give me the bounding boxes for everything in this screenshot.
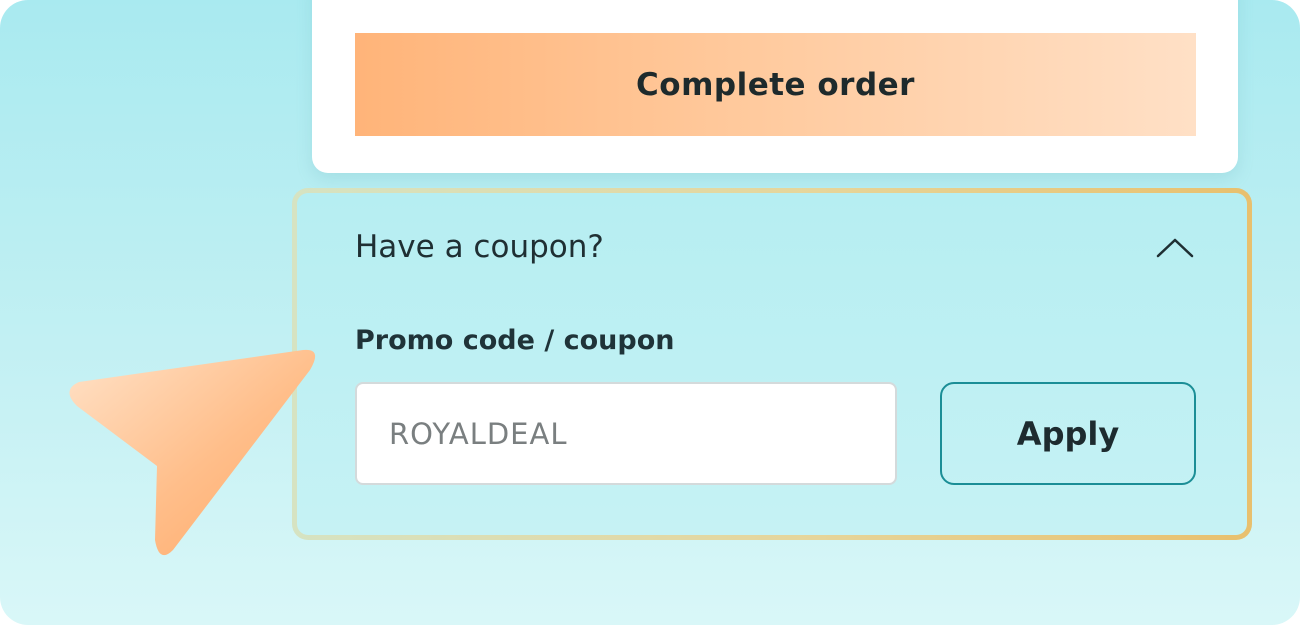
coupon-toggle[interactable]: Have a coupon? <box>355 219 1195 275</box>
cursor-arrow-icon <box>69 349 316 556</box>
coupon-panel: Have a coupon? Promo code / coupon Apply <box>292 188 1252 540</box>
promo-code-input[interactable] <box>355 382 897 485</box>
chevron-up-icon[interactable] <box>1155 232 1195 262</box>
promo-code-label: Promo code / coupon <box>355 325 675 356</box>
complete-order-button[interactable]: Complete order <box>355 33 1196 136</box>
apply-coupon-button[interactable]: Apply <box>940 382 1196 485</box>
coupon-title: Have a coupon? <box>355 229 604 265</box>
order-summary-card: Complete order <box>312 0 1238 173</box>
checkout-scene: Complete order Have a coupon? Promo code… <box>0 0 1300 625</box>
